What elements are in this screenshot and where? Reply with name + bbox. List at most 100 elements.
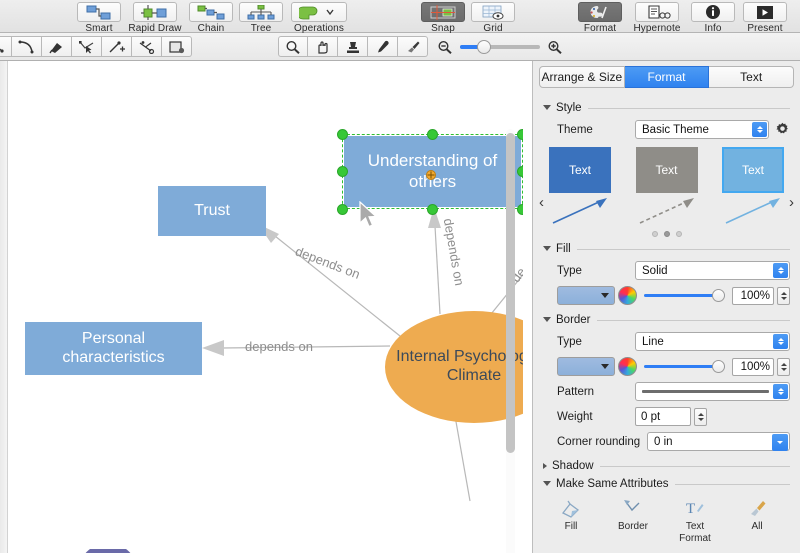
page-dot-1[interactable] (652, 231, 658, 237)
border-type-stepper[interactable] (773, 334, 788, 349)
format-palette-icon[interactable] (578, 2, 622, 22)
zoom-tool-icon[interactable] (278, 36, 308, 57)
disclosure-triangle-style-icon[interactable] (543, 105, 551, 110)
toolbar-item-chain[interactable]: Chain (186, 0, 236, 34)
border-opacity-value[interactable]: 100% (732, 358, 774, 376)
section-shadow[interactable]: Shadow (533, 460, 800, 472)
disclosure-triangle-fill-icon[interactable] (543, 246, 551, 251)
node-unity-on-the-most[interactable]: Unity on the most (0, 549, 180, 553)
rapid-draw-icon[interactable] (133, 2, 177, 22)
hand-tool-icon[interactable] (308, 36, 338, 57)
toolbar-item-info[interactable]: Info (688, 0, 738, 34)
disclosure-triangle-make-same-icon[interactable] (543, 481, 551, 486)
connector-style-1[interactable] (549, 195, 611, 227)
fill-type-select[interactable]: Solid (635, 261, 790, 280)
border-color-button[interactable] (557, 357, 615, 376)
grid-icon[interactable] (471, 2, 515, 22)
make-same-fill-button[interactable]: Fill (547, 499, 595, 544)
border-pattern-select[interactable] (635, 382, 790, 401)
hypernote-icon[interactable] (635, 2, 679, 22)
toolbar-item-format[interactable]: Format (574, 0, 626, 34)
selection-handle-bc[interactable] (427, 204, 438, 215)
page-dot-2[interactable] (664, 231, 670, 237)
section-style[interactable]: Style (533, 102, 800, 114)
make-same-border-button[interactable]: Border (609, 499, 657, 544)
fill-opacity-value[interactable]: 100% (732, 287, 774, 305)
present-icon[interactable] (743, 2, 787, 22)
add-point-icon[interactable] (102, 36, 132, 57)
zoom-slider-knob[interactable] (477, 40, 491, 54)
border-opacity-slider[interactable] (644, 360, 725, 374)
tab-arrange-and-size[interactable]: Arrange & Size (539, 66, 625, 88)
border-weight-stepper[interactable] (694, 408, 707, 426)
connector-style-2[interactable] (636, 195, 698, 227)
theme-swatch-1[interactable]: Text (549, 147, 611, 193)
zoom-in-icon[interactable] (547, 40, 563, 54)
border-opacity-stepper[interactable] (777, 358, 790, 376)
fill-type-stepper[interactable] (773, 263, 788, 278)
fill-opacity-knob[interactable] (712, 289, 725, 302)
snap-icon[interactable] (421, 2, 465, 22)
toolbar-item-snap[interactable]: Snap (418, 0, 468, 34)
tab-text[interactable]: Text (709, 66, 794, 88)
section-border[interactable]: Border (533, 314, 800, 326)
tab-format[interactable]: Format (625, 66, 710, 88)
stamp-shape-icon[interactable] (162, 36, 192, 57)
theme-select-stepper[interactable] (752, 122, 767, 137)
pen-tool-icon[interactable] (42, 36, 72, 57)
selection-handle-ml[interactable] (337, 166, 348, 177)
fill-opacity-stepper[interactable] (777, 287, 790, 305)
border-opacity-knob[interactable] (712, 360, 725, 373)
curve-tool-icon[interactable] (12, 36, 42, 57)
canvas-scrollbar-thumb[interactable] (506, 133, 515, 453)
chevron-left-icon[interactable]: ‹ (539, 194, 544, 211)
operations-icon[interactable] (291, 2, 347, 22)
section-make-same-attributes[interactable]: Make Same Attributes (533, 478, 800, 490)
color-wheel-icon[interactable] (618, 286, 637, 305)
connector-style-3[interactable] (722, 195, 784, 227)
connection-point-icon[interactable] (424, 168, 438, 182)
page-dot-3[interactable] (676, 231, 682, 237)
toolbar-item-hypernote[interactable]: Hypernote (626, 0, 688, 34)
toolbar-item-grid[interactable]: Grid (468, 0, 518, 34)
zoom-out-icon[interactable] (437, 40, 453, 54)
diagram-canvas[interactable]: Trust Personal characteristics Internal … (0, 61, 523, 553)
zoom-control[interactable] (437, 39, 563, 55)
chain-icon[interactable] (189, 2, 233, 22)
toolbar-item-operations[interactable]: Operations (286, 0, 352, 34)
selection-handle-mr[interactable] (517, 166, 523, 177)
stamp-tool-icon[interactable] (338, 36, 368, 57)
paintbrush-icon[interactable] (398, 36, 428, 57)
toolbar-item-rapid-draw[interactable]: Rapid Draw (124, 0, 186, 34)
gear-icon[interactable] (775, 122, 790, 137)
border-pattern-stepper[interactable] (773, 384, 788, 399)
zoom-slider[interactable] (460, 45, 540, 49)
theme-swatch-3[interactable]: Text (722, 147, 784, 193)
chevron-right-icon[interactable]: › (789, 194, 794, 211)
toolbar-item-tree[interactable]: Tree (236, 0, 286, 34)
disclosure-triangle-border-icon[interactable] (543, 317, 551, 322)
corner-rounding-select[interactable]: 0 in (647, 432, 790, 451)
border-weight-value[interactable]: 0 pt (635, 407, 691, 426)
selection-handle-tc[interactable] (427, 129, 438, 140)
node-trust[interactable]: Trust (158, 186, 266, 236)
selection-handle-br[interactable] (517, 204, 523, 215)
line-tool-icon[interactable] (0, 36, 12, 57)
node-edit-icon[interactable] (72, 36, 102, 57)
disclosure-triangle-shadow-icon[interactable] (543, 463, 547, 469)
corner-rounding-chevron[interactable] (772, 434, 788, 451)
fill-opacity-slider[interactable] (644, 289, 725, 303)
section-fill[interactable]: Fill (533, 243, 800, 255)
node-personal-characteristics[interactable]: Personal characteristics (25, 322, 202, 375)
selection-handle-tr[interactable] (517, 129, 523, 140)
theme-swatch-2[interactable]: Text (636, 147, 698, 193)
make-same-text-format-button[interactable]: T Text Format (671, 499, 719, 544)
info-icon[interactable] (691, 2, 735, 22)
canvas-vertical-scrollbar[interactable] (506, 129, 515, 553)
selection-handle-tl[interactable] (337, 129, 348, 140)
eyedropper-icon[interactable] (368, 36, 398, 57)
toolbar-item-present[interactable]: Present (738, 0, 792, 34)
border-type-select[interactable]: Line (635, 332, 790, 351)
fill-color-button[interactable] (557, 286, 615, 305)
toolbar-item-smart[interactable]: Smart (74, 0, 124, 34)
